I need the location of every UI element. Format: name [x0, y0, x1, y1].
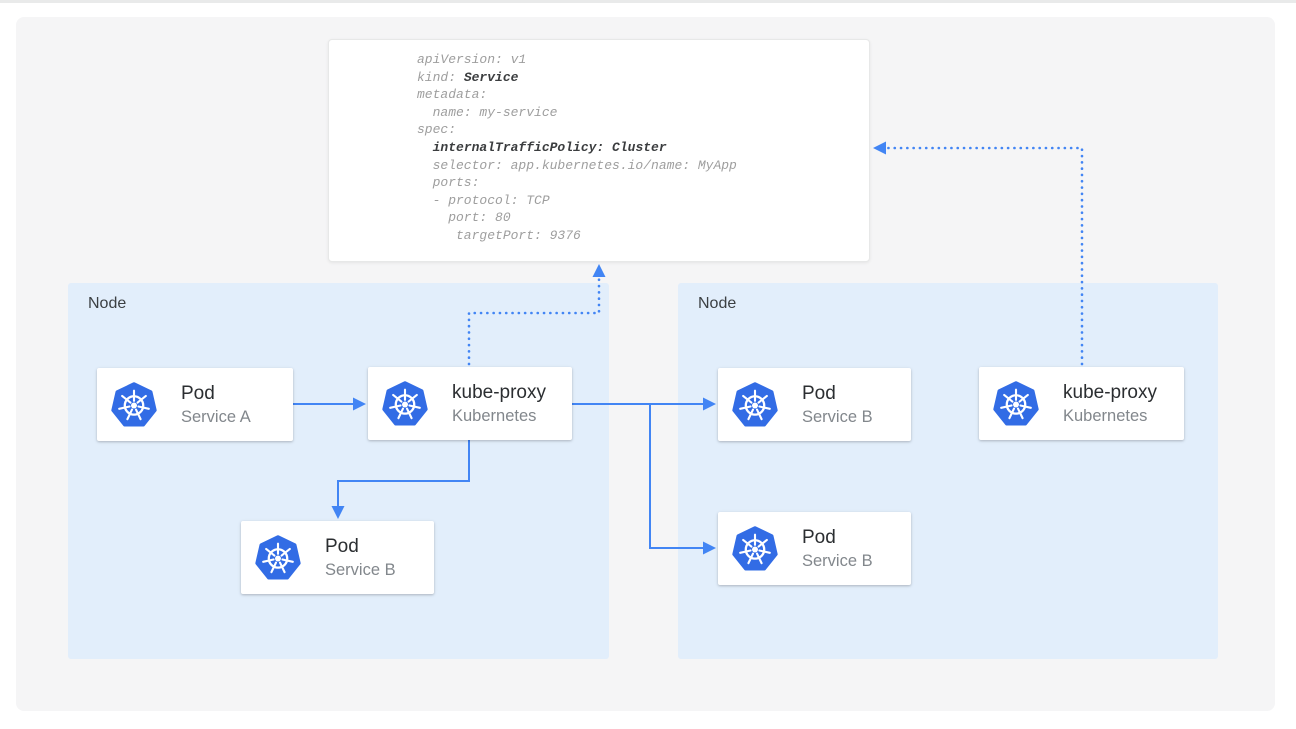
kubernetes-logo-icon	[255, 535, 301, 581]
card-title: Pod	[325, 535, 396, 558]
card-title: Pod	[802, 526, 873, 549]
card-subtitle: Service B	[325, 560, 396, 580]
kubernetes-logo-icon	[111, 382, 157, 428]
kubernetes-logo-icon	[732, 382, 778, 428]
card-subtitle: Service B	[802, 551, 873, 571]
card-pod-service-b-right-bottom: Pod Service B	[718, 512, 911, 585]
diagram-canvas: Node Node apiVersion: v1kind: Servicemet…	[0, 0, 1296, 729]
node-box-left: Node	[68, 283, 609, 659]
card-pod-service-a: Pod Service A	[97, 368, 293, 441]
card-title: Pod	[802, 382, 873, 405]
service-manifest-card: apiVersion: v1kind: Servicemetadata: nam…	[328, 39, 870, 262]
card-kube-proxy-left: kube-proxy Kubernetes	[368, 367, 572, 440]
node-box-right: Node	[678, 283, 1218, 659]
node-label: Node	[88, 295, 126, 313]
card-title: Pod	[181, 382, 251, 405]
card-subtitle: Service B	[802, 407, 873, 427]
card-kube-proxy-right: kube-proxy Kubernetes	[979, 367, 1184, 440]
card-pod-service-b-right-top: Pod Service B	[718, 368, 911, 441]
card-subtitle: Kubernetes	[1063, 406, 1157, 426]
kubernetes-logo-icon	[382, 381, 428, 427]
service-yaml-code: apiVersion: v1kind: Servicemetadata: nam…	[417, 51, 737, 245]
card-subtitle: Service A	[181, 407, 251, 427]
card-pod-service-b-left: Pod Service B	[241, 521, 434, 594]
node-label: Node	[698, 295, 736, 313]
kubernetes-logo-icon	[993, 381, 1039, 427]
card-title: kube-proxy	[452, 381, 546, 404]
card-subtitle: Kubernetes	[452, 406, 546, 426]
card-title: kube-proxy	[1063, 381, 1157, 404]
top-divider-line	[0, 0, 1296, 3]
kubernetes-logo-icon	[732, 526, 778, 572]
